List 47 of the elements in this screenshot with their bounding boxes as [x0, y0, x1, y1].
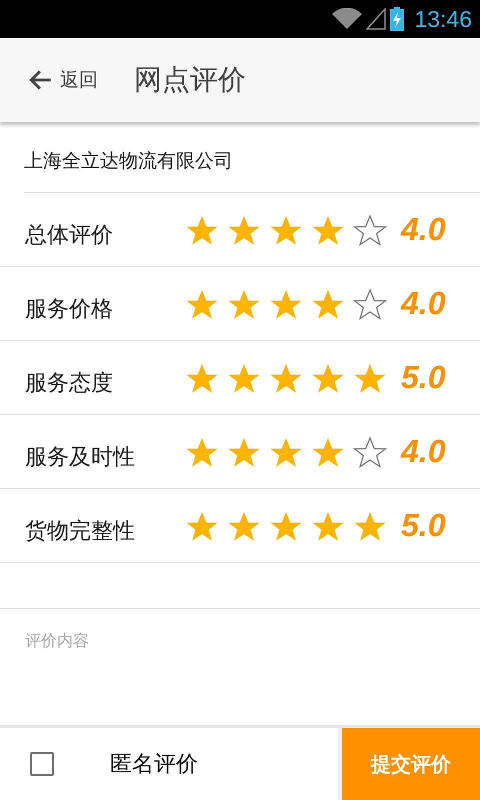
star-rating[interactable] — [185, 436, 387, 468]
rating-score: 4.0 — [401, 211, 446, 248]
rating-score: 4.0 — [401, 433, 446, 470]
filled-star-icon — [227, 214, 261, 246]
empty-star-icon — [353, 288, 387, 320]
filled-star-icon — [227, 436, 261, 468]
star-rating[interactable] — [185, 214, 387, 246]
filled-star-icon — [227, 288, 261, 320]
filled-star-icon — [269, 436, 303, 468]
star-rating[interactable] — [185, 510, 387, 542]
rating-label: 货物完整性 — [25, 518, 136, 546]
filled-star-icon — [311, 510, 345, 542]
filled-star-icon — [227, 510, 261, 542]
company-name: 上海全立达物流有限公司 — [24, 130, 480, 193]
rating-label: 服务价格 — [25, 296, 114, 324]
wifi-icon — [332, 8, 362, 30]
filled-star-icon — [311, 436, 345, 468]
rating-score: 4.0 — [401, 285, 446, 322]
star-rating[interactable] — [185, 362, 387, 394]
signal-icon — [366, 8, 386, 30]
back-button[interactable]: 返回 — [28, 67, 98, 93]
filled-star-icon — [185, 362, 219, 394]
filled-star-icon — [269, 214, 303, 246]
page-title: 网点评价 — [134, 62, 246, 98]
rating-label: 总体评价 — [25, 222, 114, 250]
battery-charging-icon — [390, 7, 404, 31]
star-rating[interactable] — [185, 288, 387, 320]
filled-star-icon — [227, 362, 261, 394]
empty-star-icon — [353, 436, 387, 468]
filled-star-icon — [311, 288, 345, 320]
rating-label: 服务及时性 — [25, 444, 136, 472]
clock: 13:46 — [414, 6, 472, 32]
rating-label: 服务态度 — [25, 370, 114, 398]
filled-star-icon — [311, 214, 345, 246]
rating-score: 5.0 — [401, 359, 446, 396]
filled-star-icon — [269, 510, 303, 542]
filled-star-icon — [185, 436, 219, 468]
filled-star-icon — [353, 362, 387, 394]
filled-star-icon — [185, 510, 219, 542]
filled-star-icon — [185, 288, 219, 320]
filled-star-icon — [353, 510, 387, 542]
filled-star-icon — [269, 362, 303, 394]
filled-star-icon — [185, 214, 219, 246]
empty-star-icon — [353, 214, 387, 246]
filled-star-icon — [269, 288, 303, 320]
rating-score: 5.0 — [401, 507, 446, 544]
filled-star-icon — [311, 362, 345, 394]
